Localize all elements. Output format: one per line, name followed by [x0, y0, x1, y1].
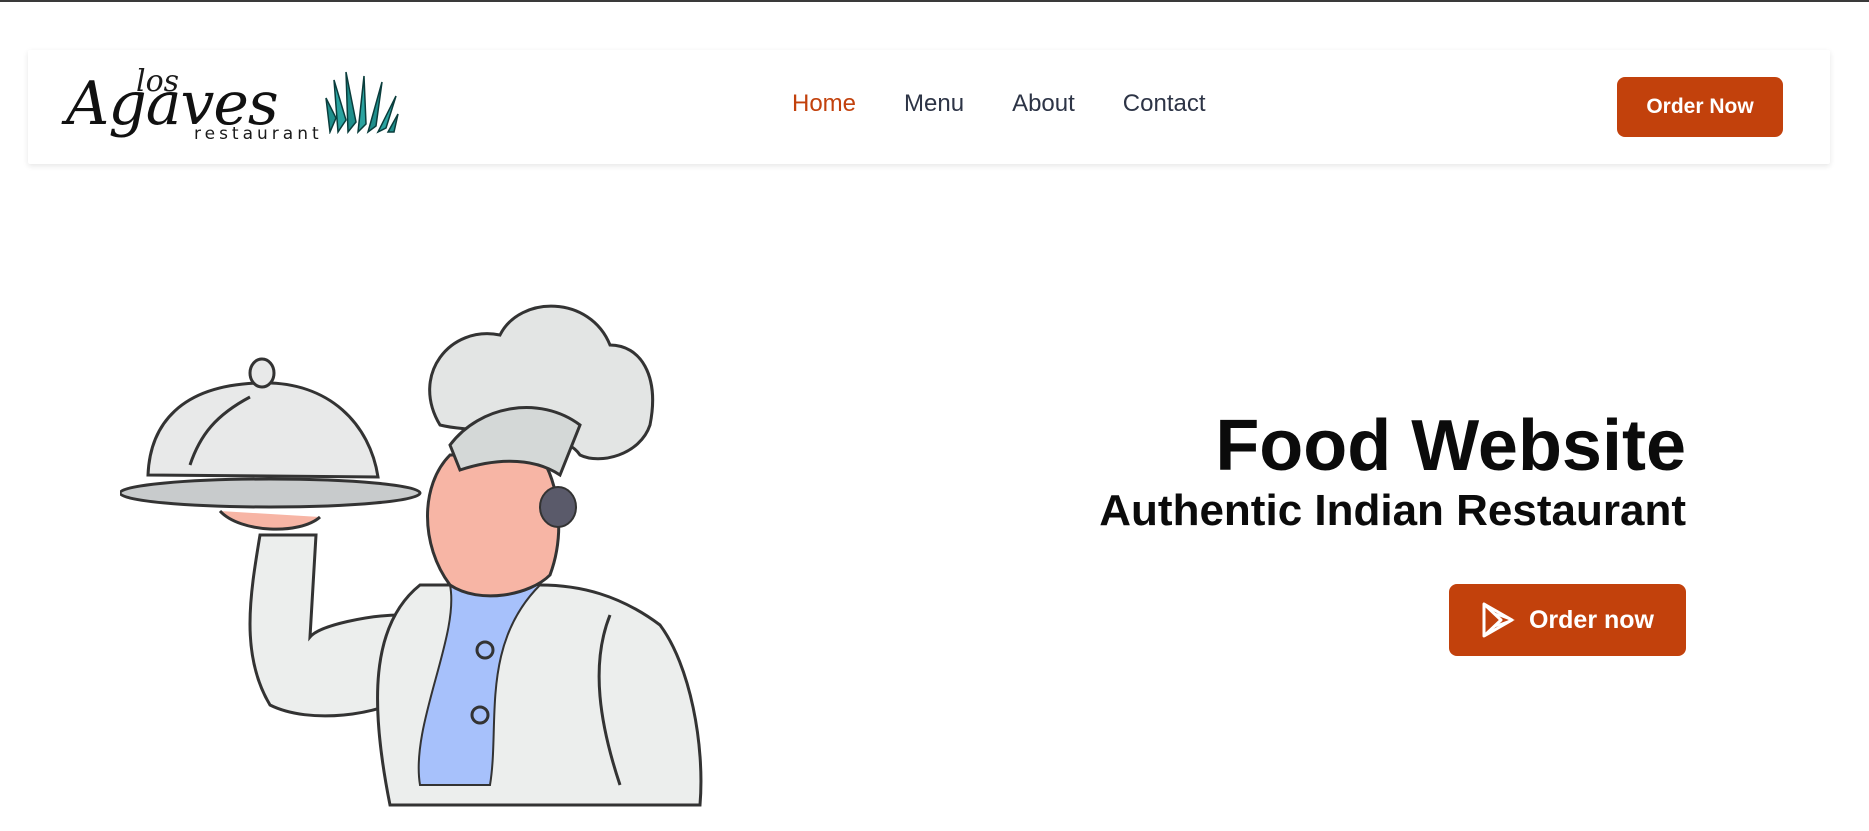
- play-store-icon: [1482, 602, 1515, 638]
- agave-leaves-icon: [325, 71, 399, 134]
- hero-order-now-label: Order now: [1528, 605, 1654, 634]
- chef-illustration: [118, 285, 720, 827]
- top-border: [0, 0, 1869, 2]
- navbar: los Agaves restaurant Home Menu About Co…: [28, 50, 1830, 164]
- hero-section: Food Website Authentic Indian Restaurant: [1099, 410, 1686, 537]
- hero-title: Food Website: [1215, 406, 1686, 486]
- nav-contact[interactable]: Contact: [1123, 88, 1206, 120]
- order-now-button[interactable]: Order Now: [1617, 77, 1783, 137]
- nav-about[interactable]: About: [1012, 88, 1075, 120]
- logo-sub-text: restaurant: [194, 124, 323, 144]
- nav-menu[interactable]: Menu: [904, 88, 964, 120]
- main-nav: Home Menu About Contact: [792, 88, 1206, 120]
- hero-subtitle: Authentic Indian Restaurant: [1099, 486, 1686, 535]
- brand-logo[interactable]: los Agaves restaurant: [66, 64, 406, 156]
- nav-home[interactable]: Home: [792, 88, 856, 120]
- hero-order-now-button[interactable]: Order now: [1449, 584, 1686, 656]
